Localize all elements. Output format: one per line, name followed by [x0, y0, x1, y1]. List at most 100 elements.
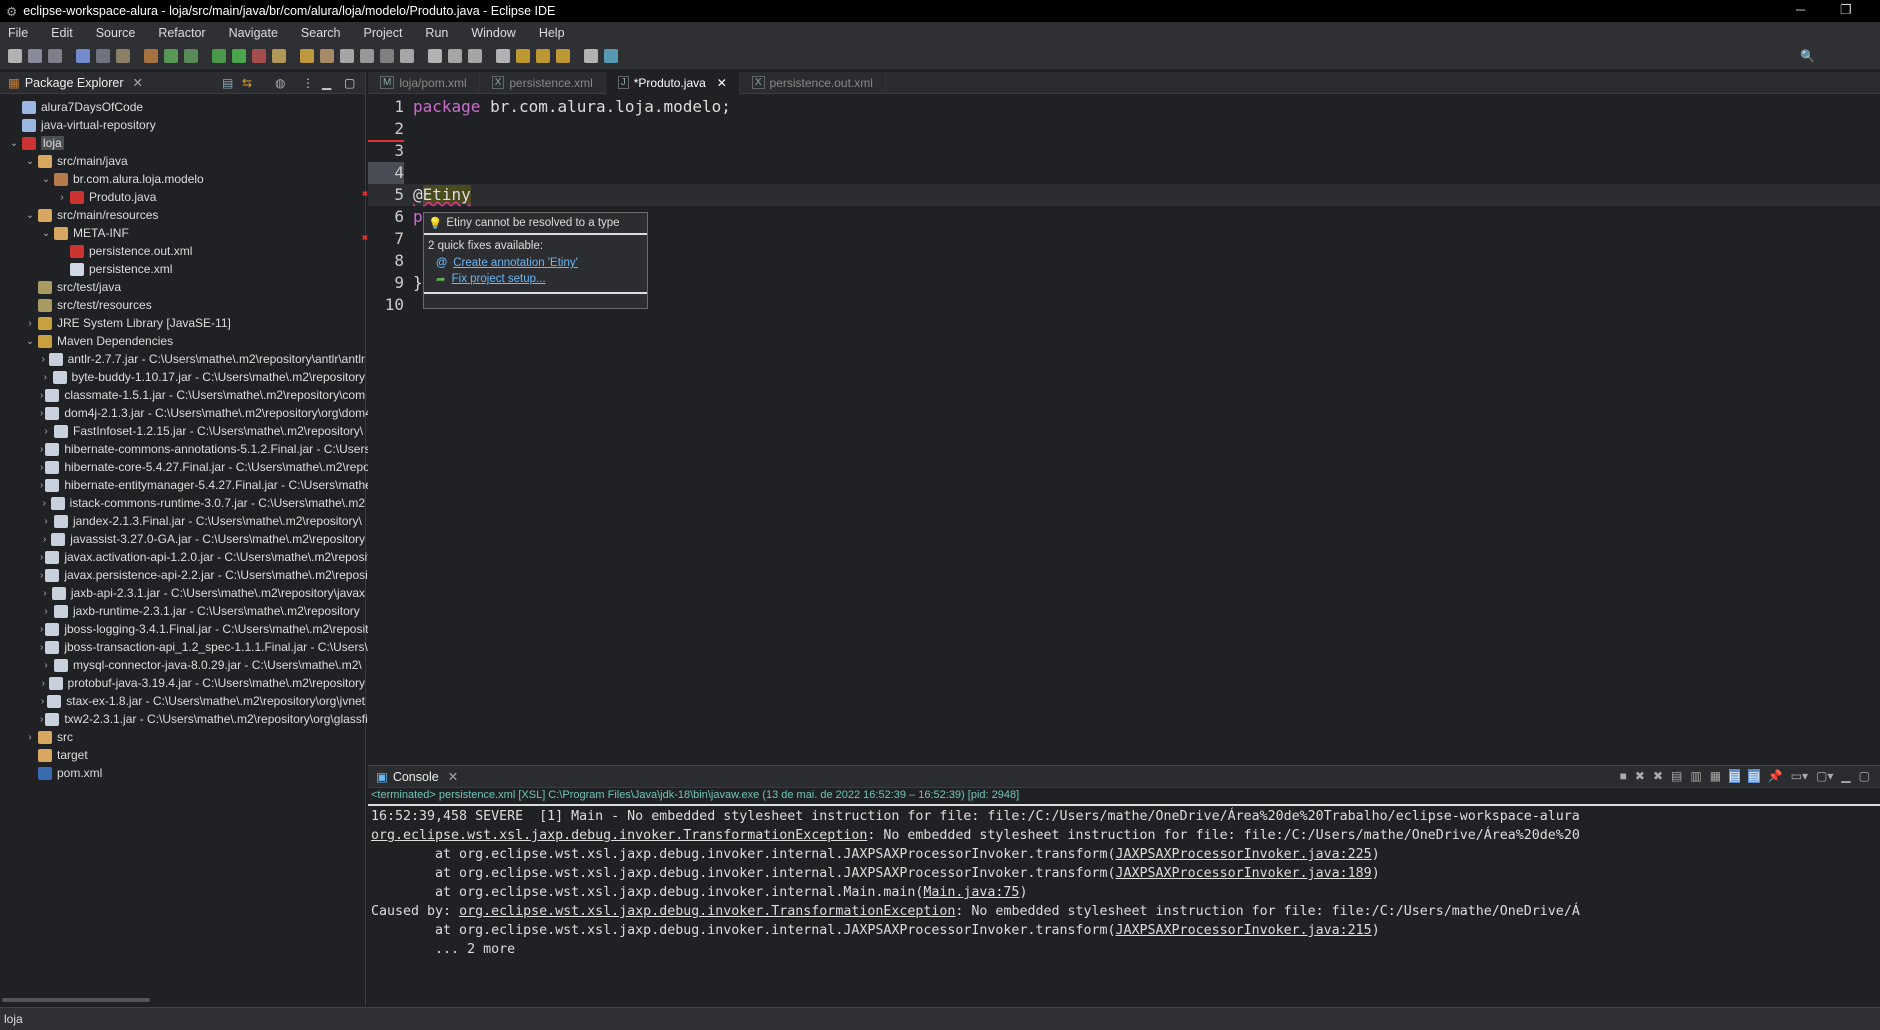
minimize-button[interactable]: ─ — [1796, 2, 1805, 17]
toolbar-button-icon[interactable] — [604, 49, 618, 63]
tree-item[interactable]: ⌄ src/main/java — [0, 152, 365, 170]
menu-project[interactable]: Project — [364, 26, 403, 40]
menu-source[interactable]: Source — [96, 26, 136, 40]
tree-item[interactable]: persistence.out.xml — [0, 242, 365, 260]
tab-console[interactable]: ▣ Console ✕ — [368, 766, 466, 788]
toolbar-button-icon[interactable] — [468, 49, 482, 63]
error-marker-icon[interactable]: ✖ — [362, 184, 368, 206]
chevron-down-icon[interactable]: ⌄ — [8, 138, 20, 149]
toolbar-button-icon[interactable] — [496, 49, 510, 63]
editor-tab[interactable]: Mloja/pom.xml — [368, 71, 480, 94]
tree-item[interactable]: src/test/resources — [0, 296, 365, 314]
tree-item[interactable]: › antlr-2.7.7.jar - C:\Users\mathe\.m2\re… — [0, 350, 365, 368]
chevron-right-icon[interactable]: › — [24, 318, 36, 329]
chevron-down-icon[interactable]: ⌄ — [24, 336, 36, 347]
tree-item[interactable]: › JRE System Library [JavaSE-11] — [0, 314, 365, 332]
menu-refactor[interactable]: Refactor — [158, 26, 205, 40]
tree-item[interactable]: › jaxb-runtime-2.3.1.jar - C:\Users\mathe… — [0, 602, 365, 620]
tree-item[interactable]: › mysql-connector-java-8.0.29.jar - C:\Us… — [0, 656, 365, 674]
toolbar-button-icon[interactable] — [144, 49, 158, 63]
close-icon[interactable]: ✕ — [132, 75, 142, 90]
chevron-down-icon[interactable]: ⌄ — [24, 156, 36, 167]
remove-launch-button[interactable]: ✖ — [1635, 769, 1645, 783]
quick-fix-create-annotation[interactable]: @ Create annotation 'Etiny' — [424, 252, 647, 269]
toolbar-button-icon[interactable] — [400, 49, 414, 63]
chevron-right-icon[interactable]: › — [40, 498, 49, 509]
chevron-right-icon[interactable]: › — [40, 678, 47, 689]
toolbar-button-icon[interactable] — [536, 49, 550, 63]
tree-item[interactable]: java-virtual-repository — [0, 116, 365, 134]
chevron-right-icon[interactable]: › — [40, 714, 43, 725]
toolbar-button-icon[interactable] — [28, 49, 42, 63]
menu-help[interactable]: Help — [539, 26, 565, 40]
menu-search[interactable]: Search — [301, 26, 341, 40]
toolbar-button-icon[interactable] — [584, 49, 598, 63]
tree-item[interactable]: persistence.xml — [0, 260, 365, 278]
open-console-button[interactable]: ▢▾ — [1816, 769, 1833, 783]
toolbar-button-icon[interactable] — [380, 49, 394, 63]
tree-item[interactable]: ⌄ META-INF — [0, 224, 365, 242]
tree-item[interactable]: › protobuf-java-3.19.4.jar - C:\Users\mat… — [0, 674, 365, 692]
quick-fix-link[interactable]: Fix project setup... — [452, 273, 546, 285]
toolbar-button-icon[interactable] — [300, 49, 314, 63]
chevron-right-icon[interactable]: › — [40, 462, 43, 473]
toolbar-button-icon[interactable] — [516, 49, 530, 63]
toolbar-button-icon[interactable] — [556, 49, 570, 63]
chevron-right-icon[interactable]: › — [40, 660, 52, 671]
stack-trace-link[interactable]: Main.java:75 — [923, 885, 1019, 900]
view-menu-button[interactable]: ⋮ — [302, 76, 314, 90]
chevron-right-icon[interactable]: › — [40, 426, 52, 437]
close-icon[interactable]: ✕ — [448, 769, 458, 784]
chevron-right-icon[interactable]: › — [40, 408, 43, 419]
chevron-down-icon[interactable]: ⌄ — [40, 174, 52, 185]
tree-item[interactable]: › FastInfoset-1.2.15.jar - C:\Users\mathe… — [0, 422, 365, 440]
tree-item[interactable]: › hibernate-entitymanager-5.4.27.Final.ja… — [0, 476, 372, 494]
minimize-view-button[interactable]: ▁ — [1841, 769, 1850, 783]
stack-trace-link[interactable]: JAXPSAXProcessorInvoker.java:189 — [1116, 866, 1372, 881]
stack-trace-link[interactable]: org.eclipse.wst.xsl.jaxp.debug.invoker.T… — [459, 904, 955, 919]
tree-item[interactable]: › hibernate-core-5.4.27.Final.jar - C:\Us… — [0, 458, 398, 476]
tree-item[interactable]: target — [0, 746, 365, 764]
tree-item[interactable]: › dom4j-2.1.3.jar - C:\Users\mathe\.m2\re… — [0, 404, 374, 422]
tree-item[interactable]: alura7DaysOfCode — [0, 98, 365, 116]
tree-item[interactable]: › txw2-2.3.1.jar - C:\Users\mathe\.m2\rep… — [0, 710, 380, 728]
tree-item[interactable]: › jboss-logging-3.4.1.Final.jar - C:\User… — [0, 620, 385, 638]
link-editor-button[interactable]: ⇆ — [242, 76, 252, 90]
chevron-right-icon[interactable]: › — [40, 390, 43, 401]
toolbar-button-icon[interactable] — [8, 49, 22, 63]
toolbar-button-icon[interactable] — [116, 49, 130, 63]
remove-all-button[interactable]: ✖ — [1653, 769, 1663, 783]
maximize-view-button[interactable]: ▢ — [344, 76, 355, 90]
chevron-down-icon[interactable]: ⌄ — [40, 228, 52, 239]
toolbar-button-icon[interactable] — [76, 49, 90, 63]
toolbar-button-icon[interactable] — [428, 49, 442, 63]
error-marker-icon[interactable]: ✖ — [362, 228, 368, 250]
tree-item[interactable]: › jboss-transaction-api_1.2_spec-1.1.1.Fi… — [0, 638, 368, 656]
toolbar-button-icon[interactable] — [272, 49, 286, 63]
tree-item[interactable]: › hibernate-commons-annotations-5.1.2.Fin… — [0, 440, 370, 458]
tree-item[interactable]: › stax-ex-1.8.jar - C:\Users\mathe\.m2\re… — [0, 692, 365, 710]
chevron-right-icon[interactable]: › — [40, 372, 51, 383]
chevron-right-icon[interactable]: › — [40, 588, 50, 599]
display-console-button[interactable]: ▭▾ — [1791, 769, 1808, 783]
chevron-right-icon[interactable]: › — [40, 534, 49, 545]
maximize-button[interactable]: ❐ — [1840, 2, 1852, 18]
editor-tab[interactable]: J *Produto.java ✕ — [605, 71, 740, 94]
menu-navigate[interactable]: Navigate — [229, 26, 278, 40]
show-stderr-button[interactable]: ▤ — [1748, 769, 1760, 783]
toolbar-button-icon[interactable] — [232, 49, 246, 63]
tree-item[interactable]: pom.xml — [0, 764, 365, 782]
chevron-right-icon[interactable]: › — [40, 552, 43, 563]
toolbar-button-icon[interactable] — [448, 49, 462, 63]
toolbar-button-icon[interactable] — [340, 49, 354, 63]
toolbar-button-icon[interactable] — [212, 49, 226, 63]
word-wrap-button[interactable]: ▦ — [1710, 769, 1721, 783]
tree-item[interactable]: › classmate-1.5.1.jar - C:\Users\mathe\.m… — [0, 386, 365, 404]
filter-button[interactable]: ◍ — [275, 76, 285, 90]
tree-item[interactable]: › javassist-3.27.0-GA.jar - C:\Users\math… — [0, 530, 365, 548]
tree-item[interactable]: › src — [0, 728, 365, 746]
editor-tab[interactable]: Xpersistence.xml — [480, 71, 606, 94]
toolbar-button-icon[interactable] — [320, 49, 334, 63]
search-icon[interactable]: 🔍 — [1800, 49, 1815, 63]
tree-item[interactable]: › jaxb-api-2.3.1.jar - C:\Users\mathe\.m2… — [0, 584, 365, 602]
